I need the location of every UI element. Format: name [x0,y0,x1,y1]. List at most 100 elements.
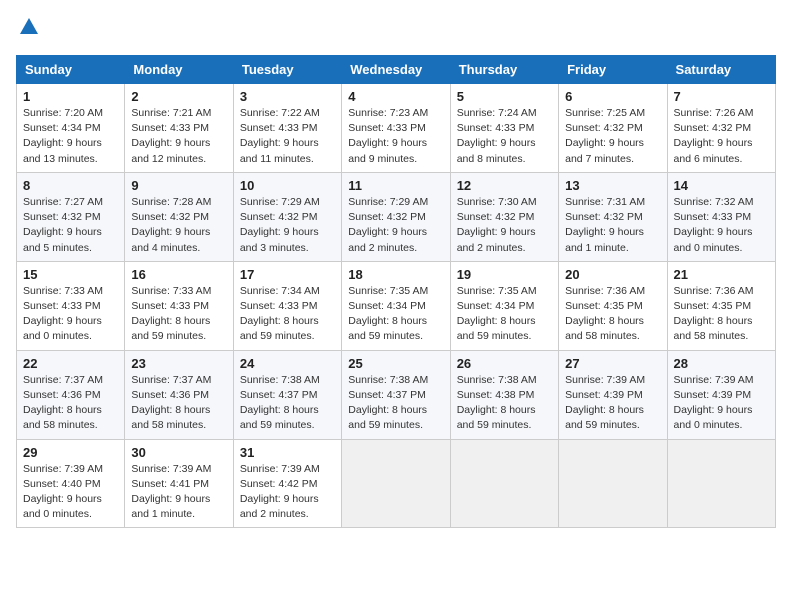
calendar-cell: 6 Sunrise: 7:25 AMSunset: 4:32 PMDayligh… [559,84,667,173]
day-info: Sunrise: 7:33 AMSunset: 4:33 PMDaylight:… [131,285,211,343]
day-info: Sunrise: 7:34 AMSunset: 4:33 PMDaylight:… [240,285,320,343]
day-number: 10 [240,178,335,193]
calendar-cell: 31 Sunrise: 7:39 AMSunset: 4:42 PMDaylig… [233,439,341,528]
calendar-weekday-header: Wednesday [342,56,450,84]
day-number: 29 [23,445,118,460]
calendar-cell [559,439,667,528]
day-number: 27 [565,356,660,371]
calendar-cell: 7 Sunrise: 7:26 AMSunset: 4:32 PMDayligh… [667,84,775,173]
calendar-cell: 30 Sunrise: 7:39 AMSunset: 4:41 PMDaylig… [125,439,233,528]
logo [16,16,40,43]
calendar-cell: 24 Sunrise: 7:38 AMSunset: 4:37 PMDaylig… [233,350,341,439]
day-number: 8 [23,178,118,193]
day-info: Sunrise: 7:21 AMSunset: 4:33 PMDaylight:… [131,107,211,165]
page-header [16,16,776,43]
day-info: Sunrise: 7:20 AMSunset: 4:34 PMDaylight:… [23,107,103,165]
day-number: 1 [23,89,118,104]
day-number: 3 [240,89,335,104]
day-number: 18 [348,267,443,282]
day-number: 28 [674,356,769,371]
day-info: Sunrise: 7:22 AMSunset: 4:33 PMDaylight:… [240,107,320,165]
day-number: 17 [240,267,335,282]
day-info: Sunrise: 7:29 AMSunset: 4:32 PMDaylight:… [240,196,320,254]
day-info: Sunrise: 7:39 AMSunset: 4:41 PMDaylight:… [131,463,211,521]
calendar-cell: 21 Sunrise: 7:36 AMSunset: 4:35 PMDaylig… [667,261,775,350]
day-number: 15 [23,267,118,282]
calendar-cell: 22 Sunrise: 7:37 AMSunset: 4:36 PMDaylig… [17,350,125,439]
calendar-cell: 29 Sunrise: 7:39 AMSunset: 4:40 PMDaylig… [17,439,125,528]
calendar-cell: 12 Sunrise: 7:30 AMSunset: 4:32 PMDaylig… [450,172,558,261]
calendar-cell: 10 Sunrise: 7:29 AMSunset: 4:32 PMDaylig… [233,172,341,261]
day-number: 9 [131,178,226,193]
day-number: 14 [674,178,769,193]
day-info: Sunrise: 7:33 AMSunset: 4:33 PMDaylight:… [23,285,103,343]
day-info: Sunrise: 7:35 AMSunset: 4:34 PMDaylight:… [457,285,537,343]
day-info: Sunrise: 7:39 AMSunset: 4:40 PMDaylight:… [23,463,103,521]
calendar-cell: 20 Sunrise: 7:36 AMSunset: 4:35 PMDaylig… [559,261,667,350]
calendar-cell: 16 Sunrise: 7:33 AMSunset: 4:33 PMDaylig… [125,261,233,350]
logo-icon [18,16,40,38]
day-info: Sunrise: 7:39 AMSunset: 4:39 PMDaylight:… [674,374,754,432]
calendar-cell: 4 Sunrise: 7:23 AMSunset: 4:33 PMDayligh… [342,84,450,173]
day-info: Sunrise: 7:38 AMSunset: 4:38 PMDaylight:… [457,374,537,432]
calendar-cell: 13 Sunrise: 7:31 AMSunset: 4:32 PMDaylig… [559,172,667,261]
day-number: 26 [457,356,552,371]
calendar-cell: 18 Sunrise: 7:35 AMSunset: 4:34 PMDaylig… [342,261,450,350]
calendar-cell: 26 Sunrise: 7:38 AMSunset: 4:38 PMDaylig… [450,350,558,439]
day-info: Sunrise: 7:38 AMSunset: 4:37 PMDaylight:… [348,374,428,432]
calendar-weekday-header: Monday [125,56,233,84]
calendar-cell: 5 Sunrise: 7:24 AMSunset: 4:33 PMDayligh… [450,84,558,173]
day-number: 6 [565,89,660,104]
calendar-cell [667,439,775,528]
day-number: 24 [240,356,335,371]
day-info: Sunrise: 7:27 AMSunset: 4:32 PMDaylight:… [23,196,103,254]
day-number: 13 [565,178,660,193]
calendar-week-row: 8 Sunrise: 7:27 AMSunset: 4:32 PMDayligh… [17,172,776,261]
day-info: Sunrise: 7:38 AMSunset: 4:37 PMDaylight:… [240,374,320,432]
day-info: Sunrise: 7:24 AMSunset: 4:33 PMDaylight:… [457,107,537,165]
calendar-cell: 8 Sunrise: 7:27 AMSunset: 4:32 PMDayligh… [17,172,125,261]
day-number: 2 [131,89,226,104]
day-info: Sunrise: 7:30 AMSunset: 4:32 PMDaylight:… [457,196,537,254]
calendar-weekday-header: Friday [559,56,667,84]
calendar-cell: 1 Sunrise: 7:20 AMSunset: 4:34 PMDayligh… [17,84,125,173]
calendar-weekday-header: Sunday [17,56,125,84]
day-number: 12 [457,178,552,193]
day-number: 22 [23,356,118,371]
day-number: 7 [674,89,769,104]
calendar-cell: 19 Sunrise: 7:35 AMSunset: 4:34 PMDaylig… [450,261,558,350]
day-number: 4 [348,89,443,104]
day-info: Sunrise: 7:37 AMSunset: 4:36 PMDaylight:… [23,374,103,432]
calendar-weekday-header: Saturday [667,56,775,84]
day-number: 30 [131,445,226,460]
calendar-week-row: 22 Sunrise: 7:37 AMSunset: 4:36 PMDaylig… [17,350,776,439]
day-info: Sunrise: 7:23 AMSunset: 4:33 PMDaylight:… [348,107,428,165]
calendar-table: SundayMondayTuesdayWednesdayThursdayFrid… [16,55,776,528]
day-info: Sunrise: 7:26 AMSunset: 4:32 PMDaylight:… [674,107,754,165]
day-number: 5 [457,89,552,104]
calendar-cell: 11 Sunrise: 7:29 AMSunset: 4:32 PMDaylig… [342,172,450,261]
day-number: 11 [348,178,443,193]
day-info: Sunrise: 7:32 AMSunset: 4:33 PMDaylight:… [674,196,754,254]
day-number: 19 [457,267,552,282]
calendar-cell: 25 Sunrise: 7:38 AMSunset: 4:37 PMDaylig… [342,350,450,439]
day-number: 16 [131,267,226,282]
calendar-weekday-header: Tuesday [233,56,341,84]
calendar-header-row: SundayMondayTuesdayWednesdayThursdayFrid… [17,56,776,84]
calendar-cell: 3 Sunrise: 7:22 AMSunset: 4:33 PMDayligh… [233,84,341,173]
calendar-weekday-header: Thursday [450,56,558,84]
calendar-week-row: 15 Sunrise: 7:33 AMSunset: 4:33 PMDaylig… [17,261,776,350]
calendar-week-row: 29 Sunrise: 7:39 AMSunset: 4:40 PMDaylig… [17,439,776,528]
calendar-cell: 2 Sunrise: 7:21 AMSunset: 4:33 PMDayligh… [125,84,233,173]
day-number: 31 [240,445,335,460]
day-info: Sunrise: 7:29 AMSunset: 4:32 PMDaylight:… [348,196,428,254]
day-info: Sunrise: 7:36 AMSunset: 4:35 PMDaylight:… [565,285,645,343]
calendar-cell: 28 Sunrise: 7:39 AMSunset: 4:39 PMDaylig… [667,350,775,439]
calendar-cell: 9 Sunrise: 7:28 AMSunset: 4:32 PMDayligh… [125,172,233,261]
day-info: Sunrise: 7:31 AMSunset: 4:32 PMDaylight:… [565,196,645,254]
day-info: Sunrise: 7:35 AMSunset: 4:34 PMDaylight:… [348,285,428,343]
day-number: 25 [348,356,443,371]
calendar-cell [342,439,450,528]
day-number: 23 [131,356,226,371]
calendar-cell: 27 Sunrise: 7:39 AMSunset: 4:39 PMDaylig… [559,350,667,439]
